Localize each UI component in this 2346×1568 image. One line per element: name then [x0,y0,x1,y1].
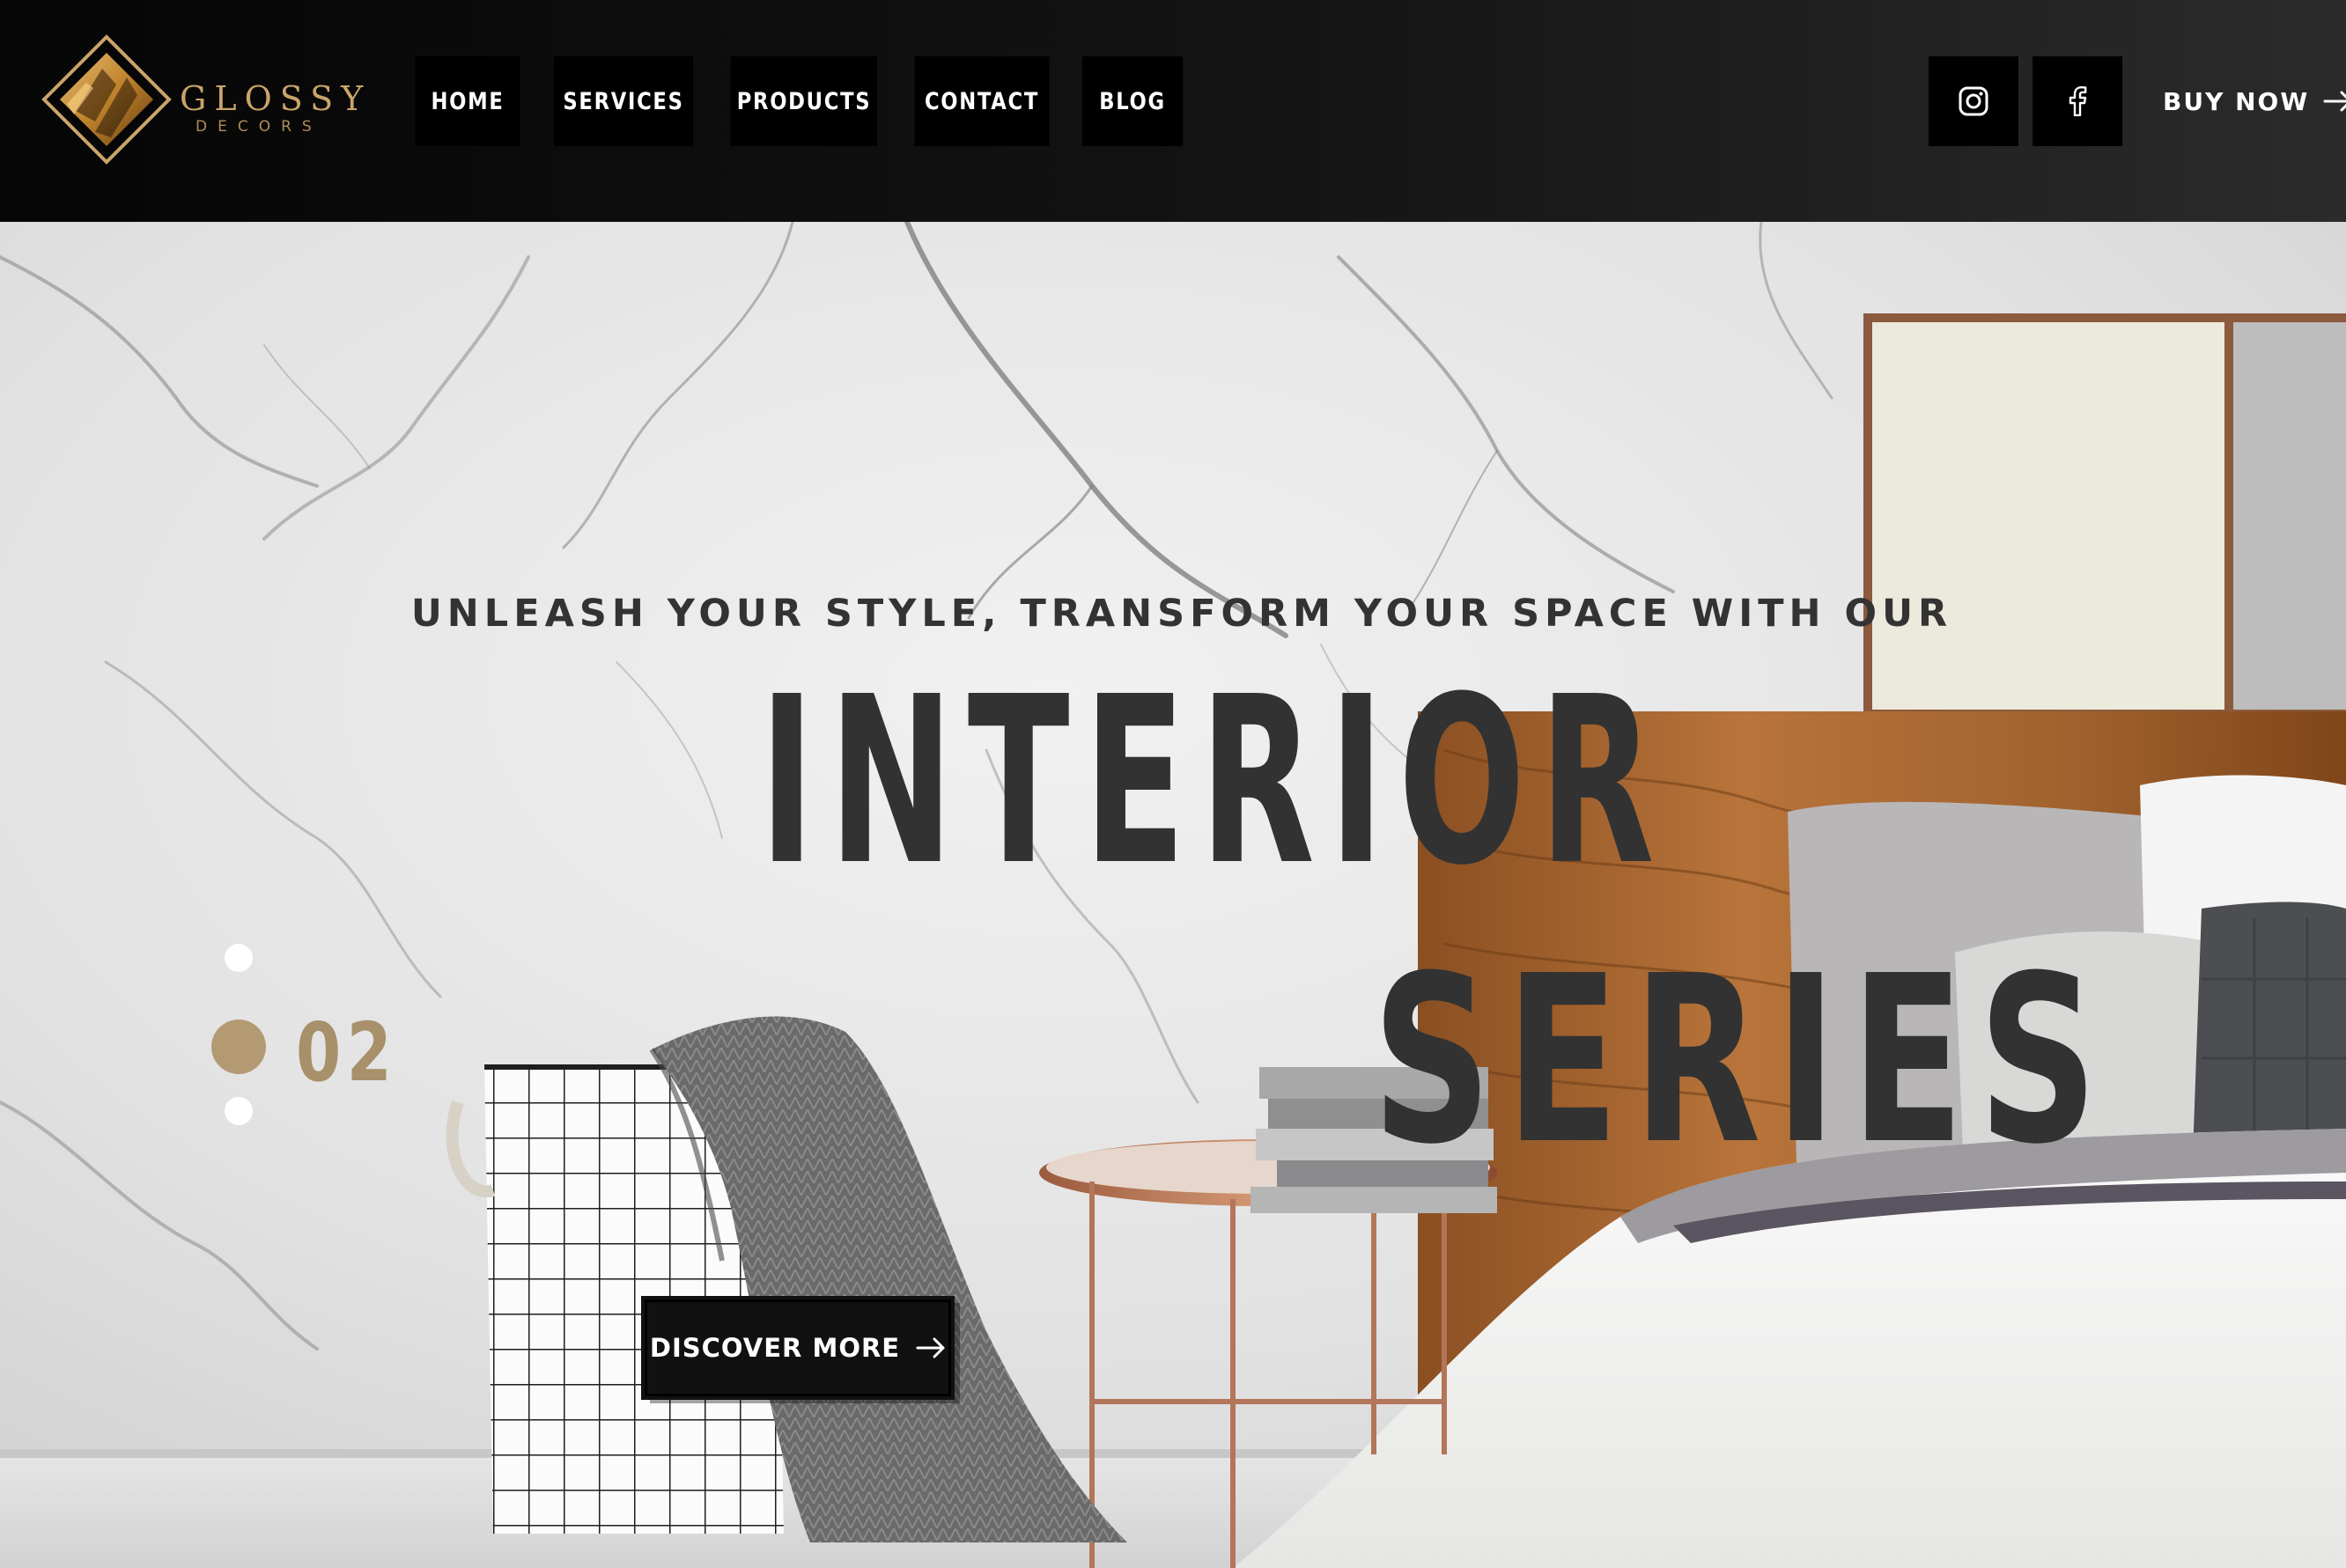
slide-number: 02 [296,1005,398,1100]
hero-title-line-1: INTERIOR [759,647,1669,916]
logo-subtitle: DECORS [196,118,322,136]
hero-title-line-2: SERIES [1372,926,2112,1195]
logo-wordmark: GLOSSY [180,79,372,118]
page: GLOSSY DECORS HOME SERVICES PRODUCTS CON… [0,0,2346,1568]
nav-item-services[interactable]: SERVICES [554,56,693,146]
nav-item-label: SERVICES [563,87,684,115]
nav-item-label: PRODUCTS [736,87,872,115]
nav-item-products[interactable]: PRODUCTS [730,56,878,146]
arrow-right-icon [916,1337,945,1358]
nav-item-label: CONTACT [924,87,1040,115]
discover-more-label: DISCOVER MORE [649,1333,901,1363]
facebook-icon [2069,86,2087,116]
slide-dot-3[interactable] [225,1097,253,1125]
facebook-button[interactable] [2032,56,2122,146]
discover-more-button[interactable]: DISCOVER MORE [641,1296,955,1400]
slide-dot-2-active[interactable] [211,1020,266,1074]
slide-dot-1[interactable] [225,944,253,972]
instagram-button[interactable] [1929,56,2018,146]
slide-pagination: 02 [208,944,402,1366]
main-nav: HOME SERVICES PRODUCTS CONTACT BLOG [405,56,1192,146]
hero-slider: UNLEASH YOUR STYLE, TRANSFORM YOUR SPACE… [0,222,2346,1568]
buy-now-label: BUY NOW [2163,86,2310,116]
buy-now-button[interactable]: BUY NOW [2163,56,2346,146]
site-header: GLOSSY DECORS HOME SERVICES PRODUCTS CON… [0,0,2346,222]
nav-item-contact[interactable]: CONTACT [914,56,1050,146]
arrow-right-icon [2323,91,2346,112]
hero-tagline: UNLEASH YOUR STYLE, TRANSFORM YOUR SPACE… [410,592,1953,636]
nav-item-label: HOME [431,87,505,115]
instagram-icon [1959,86,1988,116]
brand-logo[interactable]: GLOSSY DECORS [41,33,363,166]
logo-diamond-icon [41,34,172,165]
nav-item-label: BLOG [1099,87,1166,115]
nav-item-blog[interactable]: BLOG [1081,56,1184,146]
nav-item-home[interactable]: HOME [415,56,520,146]
